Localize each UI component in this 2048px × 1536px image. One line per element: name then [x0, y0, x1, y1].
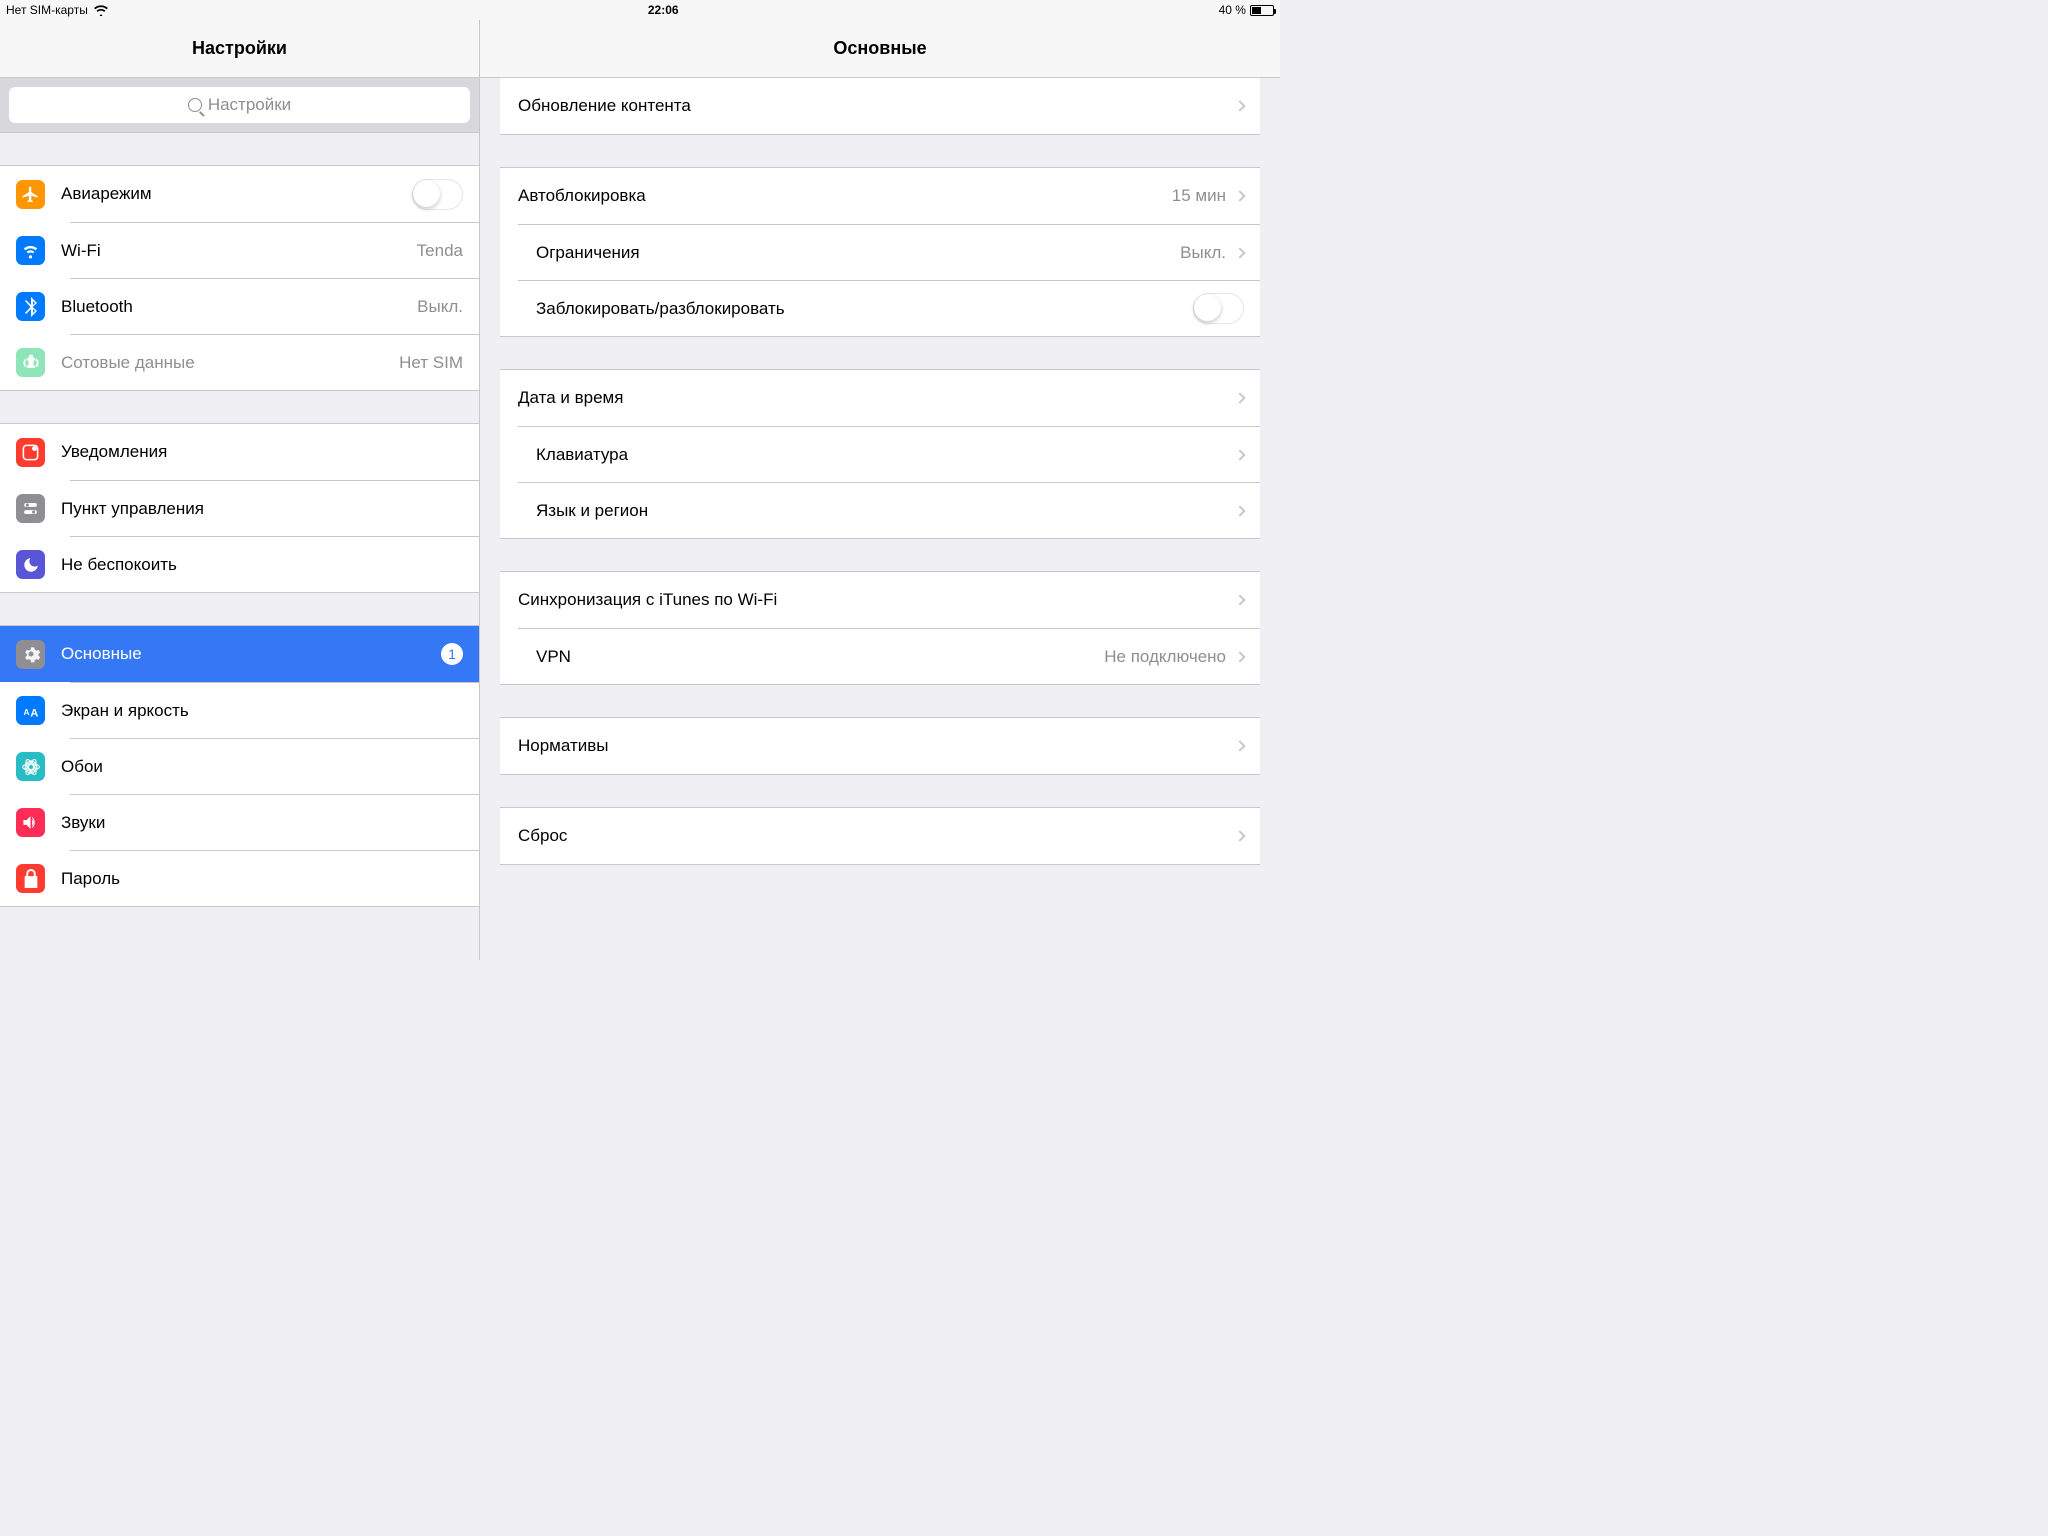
sidebar-item-general[interactable]: Основные1 — [0, 626, 479, 682]
chevron-right-icon — [1234, 392, 1245, 403]
sidebar-item-label: Пункт управления — [61, 499, 463, 519]
sidebar-title: Настройки — [192, 38, 287, 59]
sidebar-item-label: Wi-Fi — [61, 241, 409, 261]
notifications-icon — [16, 438, 45, 467]
wifi-icon — [94, 5, 108, 16]
airplane-icon — [16, 180, 45, 209]
detail-row-value: Выкл. — [1180, 243, 1226, 263]
status-bar: Нет SIM-карты 22:06 40 % — [0, 0, 1280, 20]
detail-row-label: Дата и время — [518, 388, 1226, 408]
sidebar-item-label: Основные — [61, 644, 441, 664]
detail-row-value: 15 мин — [1172, 186, 1226, 206]
sidebar-item-label: Авиарежим — [61, 184, 412, 204]
sounds-icon — [16, 808, 45, 837]
detail-title: Основные — [833, 38, 926, 59]
cellular-icon — [16, 348, 45, 377]
search-input[interactable]: Настройки — [9, 87, 470, 123]
sidebar-header: Настройки — [0, 20, 479, 78]
detail-list: Обновление контента Автоблокировка 15 мин О… — [480, 78, 1280, 960]
detail-pane: Основные Обновление контента Автоблокиров… — [480, 20, 1280, 960]
carrier-text: Нет SIM-карты — [6, 3, 88, 17]
sidebar-item-bluetooth[interactable]: BluetoothВыкл. — [70, 278, 479, 334]
detail-header: Основные — [480, 20, 1280, 78]
detail-row-label: Заблокировать/разблокировать — [536, 299, 1193, 319]
detail-row-синхронизация-с-itunes-по-wi-fi[interactable]: Синхронизация с iTunes по Wi-Fi — [500, 572, 1260, 628]
badge: 1 — [441, 643, 463, 665]
sidebar-item-label: Уведомления — [61, 442, 463, 462]
wallpaper-icon — [16, 752, 45, 781]
dnd-icon — [16, 550, 45, 579]
wifi-icon — [16, 236, 45, 265]
detail-row-value: Не подключено — [1104, 647, 1226, 667]
sidebar-item-display[interactable]: AAЭкран и яркость — [70, 682, 479, 738]
sidebar-item-label: Обои — [61, 757, 463, 777]
detail-row-label: Синхронизация с iTunes по Wi-Fi — [518, 590, 1226, 610]
sidebar-item-dnd[interactable]: Не беспокоить — [70, 536, 479, 592]
detail-row-label: Ограничения — [536, 243, 1172, 263]
chevron-right-icon — [1234, 594, 1245, 605]
detail-row-vpn[interactable]: VPN Не подключено — [518, 628, 1260, 684]
chevron-right-icon — [1234, 247, 1245, 258]
sidebar-item-label: Экран и яркость — [61, 701, 463, 721]
sidebar-item-label: Bluetooth — [61, 297, 409, 317]
sidebar-item-label: Не беспокоить — [61, 555, 463, 575]
detail-row-label: Обновление контента — [518, 96, 1226, 116]
detail-row-автоблокировка[interactable]: Автоблокировка 15 мин — [500, 168, 1260, 224]
chevron-right-icon — [1234, 100, 1245, 111]
sidebar-item-passcode[interactable]: Пароль — [70, 850, 479, 906]
sidebar-item-airplane[interactable]: Авиарежим — [0, 166, 479, 222]
display-icon: AA — [16, 696, 45, 725]
svg-text:A: A — [23, 707, 29, 716]
clock: 22:06 — [648, 3, 679, 17]
general-icon — [16, 640, 45, 669]
chevron-right-icon — [1234, 190, 1245, 201]
svg-text:A: A — [30, 707, 38, 718]
sidebar: Настройки Настройки АвиарежимWi-FiTendaB… — [0, 20, 480, 960]
toggle[interactable] — [1193, 293, 1244, 324]
chevron-right-icon — [1234, 505, 1245, 516]
detail-row-дата-и-время[interactable]: Дата и время — [500, 370, 1260, 426]
search-icon — [188, 98, 202, 112]
detail-row-клавиатура[interactable]: Клавиатура — [518, 426, 1260, 482]
sidebar-item-value: Tenda — [417, 241, 463, 261]
chevron-right-icon — [1234, 449, 1245, 460]
bluetooth-icon — [16, 292, 45, 321]
sidebar-item-value: Нет SIM — [399, 353, 463, 373]
battery-icon — [1250, 5, 1274, 16]
detail-row-ограничения[interactable]: Ограничения Выкл. — [518, 224, 1260, 280]
detail-row-label: Автоблокировка — [518, 186, 1164, 206]
detail-row-label: Клавиатура — [536, 445, 1226, 465]
detail-row-label: VPN — [536, 647, 1096, 667]
sidebar-item-label: Пароль — [61, 869, 463, 889]
sidebar-item-control-center[interactable]: Пункт управления — [70, 480, 479, 536]
detail-row-label: Сброс — [518, 826, 1226, 846]
sidebar-list: АвиарежимWi-FiTendaBluetoothВыкл.Сотовые… — [0, 133, 479, 960]
sidebar-item-label: Звуки — [61, 813, 463, 833]
detail-row-язык-и-регион[interactable]: Язык и регион — [518, 482, 1260, 538]
sidebar-item-wifi[interactable]: Wi-FiTenda — [70, 222, 479, 278]
toggle[interactable] — [412, 179, 463, 210]
detail-row-заблокировать-разблокировать[interactable]: Заблокировать/разблокировать — [518, 280, 1260, 336]
chevron-right-icon — [1234, 740, 1245, 751]
passcode-icon — [16, 864, 45, 893]
detail-row-нормативы[interactable]: Нормативы — [500, 718, 1260, 774]
sidebar-item-cellular: Сотовые данныеНет SIM — [70, 334, 479, 390]
detail-row-label: Язык и регион — [536, 501, 1226, 521]
chevron-right-icon — [1234, 830, 1245, 841]
detail-row-сброс[interactable]: Сброс — [500, 808, 1260, 864]
sidebar-item-notifications[interactable]: Уведомления — [0, 424, 479, 480]
sidebar-item-wallpaper[interactable]: Обои — [70, 738, 479, 794]
battery-percent: 40 % — [1219, 3, 1246, 17]
control-center-icon — [16, 494, 45, 523]
detail-row-обновление-контента[interactable]: Обновление контента — [500, 78, 1260, 134]
detail-row-label: Нормативы — [518, 736, 1226, 756]
sidebar-item-value: Выкл. — [417, 297, 463, 317]
chevron-right-icon — [1234, 651, 1245, 662]
search-placeholder: Настройки — [208, 95, 291, 115]
sidebar-item-label: Сотовые данные — [61, 353, 391, 373]
sidebar-item-sounds[interactable]: Звуки — [70, 794, 479, 850]
